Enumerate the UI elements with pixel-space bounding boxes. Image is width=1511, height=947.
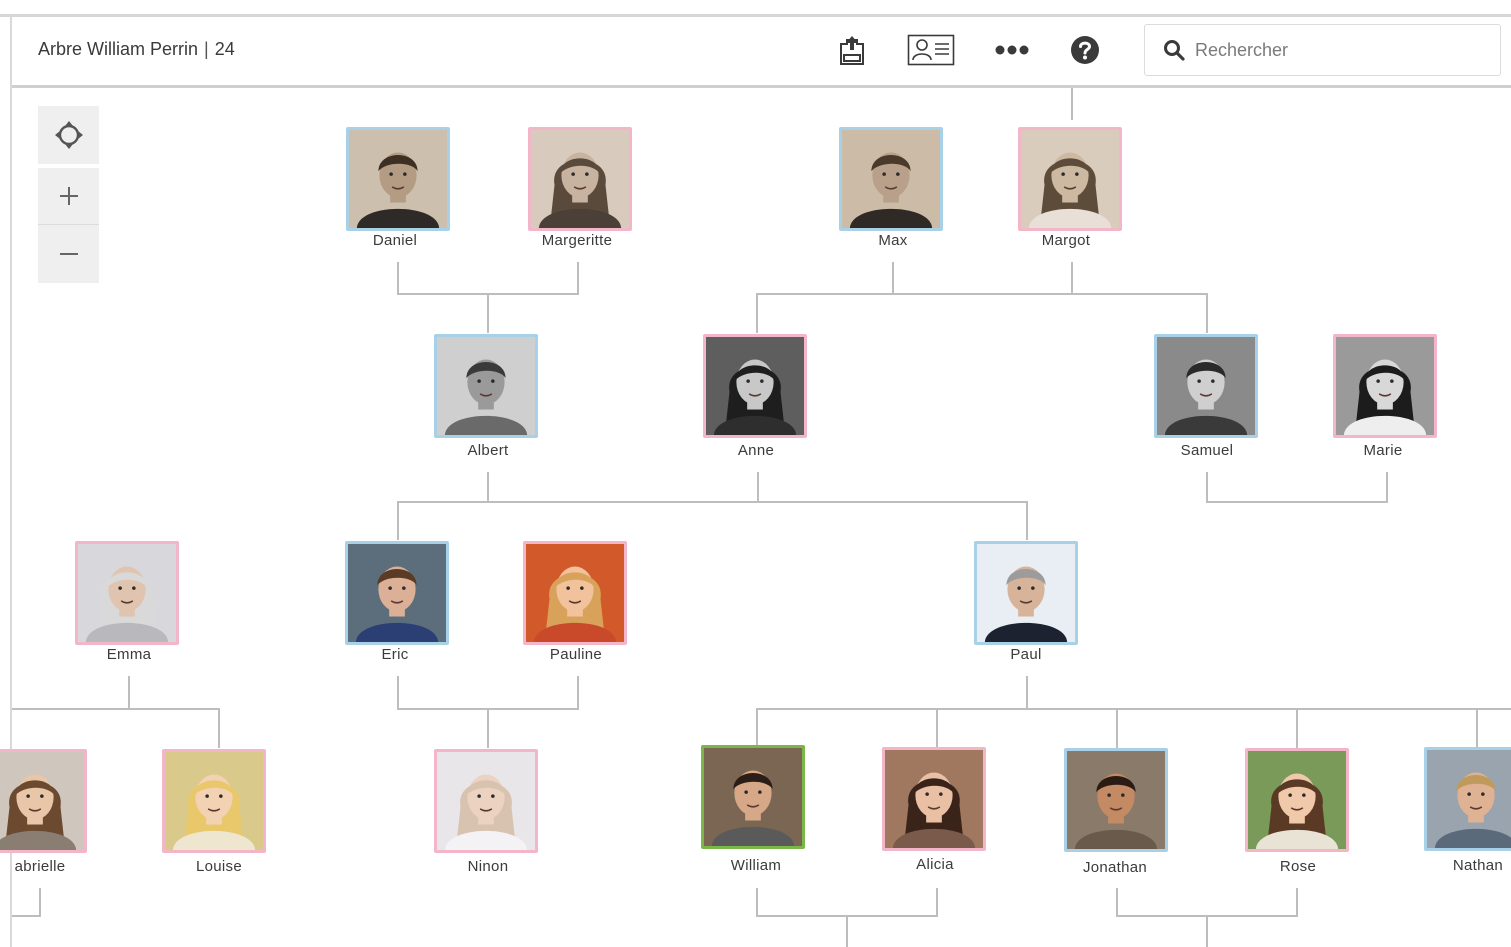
person-card-max[interactable] <box>839 127 943 231</box>
person-card-emma[interactable] <box>75 541 179 645</box>
portrait-photo <box>165 752 263 850</box>
person-card-pauline[interactable] <box>523 541 627 645</box>
person-card-rose[interactable] <box>1245 748 1349 852</box>
portrait-photo <box>706 337 804 435</box>
person-name-ninon[interactable]: Ninon <box>408 858 568 875</box>
more-options-button[interactable] <box>992 27 1032 73</box>
person-name-rose[interactable]: Rose <box>1218 858 1378 875</box>
person-name-paul[interactable]: Paul <box>946 646 1106 663</box>
portrait-photo <box>1427 750 1511 848</box>
recenter-button[interactable] <box>38 106 99 164</box>
tree-title: Arbre William Perrin | 24 <box>38 39 235 60</box>
more-dots-icon <box>995 45 1029 55</box>
person-name-daniel[interactable]: Daniel <box>315 232 475 249</box>
portrait-photo <box>1157 337 1255 435</box>
portrait-photo <box>1336 337 1434 435</box>
person-card-nathan[interactable] <box>1424 747 1511 851</box>
id-card-icon <box>907 34 955 66</box>
help-icon <box>1071 36 1099 64</box>
crosshair-icon <box>54 121 83 149</box>
family-tree-page: Arbre William Perrin | 24 Rechercher Dan… <box>0 0 1511 947</box>
person-name-max[interactable]: Max <box>813 232 973 249</box>
person-card-gabrielle[interactable] <box>0 749 87 853</box>
person-card-marie[interactable] <box>1333 334 1437 438</box>
portrait-photo <box>977 544 1075 642</box>
person-name-margot[interactable]: Margot <box>986 232 1146 249</box>
person-card-louise[interactable] <box>162 749 266 853</box>
person-name-anne[interactable]: Anne <box>676 442 836 459</box>
portrait-photo <box>1067 751 1165 849</box>
zoom-out-button[interactable] <box>38 225 99 283</box>
search-box[interactable] <box>1144 24 1501 76</box>
tree-person-count: 24 <box>214 39 235 59</box>
person-card-margeritte[interactable] <box>528 127 632 231</box>
person-name-nathan[interactable]: Nathan <box>1398 857 1511 874</box>
person-name-marie[interactable]: Marie <box>1303 442 1463 459</box>
person-name-alicia[interactable]: Alicia <box>855 856 1015 873</box>
portrait-photo <box>349 130 447 228</box>
person-card-william[interactable] <box>701 745 805 849</box>
person-card-alicia[interactable] <box>882 747 986 851</box>
person-name-albert[interactable]: Albert <box>408 442 568 459</box>
plus-icon <box>59 187 78 205</box>
person-name-samuel[interactable]: Samuel <box>1127 442 1287 459</box>
portrait-photo <box>526 544 624 642</box>
minus-icon <box>59 253 78 255</box>
person-card-margot[interactable] <box>1018 127 1122 231</box>
zoom-controls <box>38 106 99 283</box>
person-name-emma[interactable]: Emma <box>49 646 209 663</box>
portrait-photo <box>437 337 535 435</box>
person-card-anne[interactable] <box>703 334 807 438</box>
person-card-eric[interactable] <box>345 541 449 645</box>
export-button[interactable] <box>832 27 872 73</box>
zoom-in-button[interactable] <box>38 168 99 225</box>
search-input[interactable] <box>1193 33 1487 67</box>
person-name-margeritte[interactable]: Margeritte <box>497 232 657 249</box>
person-name-gabrielle[interactable]: abrielle <box>0 858 120 875</box>
help-button[interactable] <box>1070 27 1100 73</box>
person-card-ninon[interactable] <box>434 749 538 853</box>
person-card-paul[interactable] <box>974 541 1078 645</box>
header-bar: Arbre William Perrin | 24 <box>12 17 1511 88</box>
portrait-photo <box>78 544 176 642</box>
export-icon <box>840 36 864 65</box>
portrait-photo <box>1248 751 1346 849</box>
person-card-daniel[interactable] <box>346 127 450 231</box>
title-separator: | <box>204 39 209 59</box>
portrait-photo <box>1021 130 1119 228</box>
portrait-photo <box>531 130 629 228</box>
person-name-eric[interactable]: Eric <box>315 646 475 663</box>
portrait-photo <box>704 748 802 846</box>
person-card-albert[interactable] <box>434 334 538 438</box>
portrait-photo <box>348 544 446 642</box>
profile-card-button[interactable] <box>906 27 956 73</box>
person-name-william[interactable]: William <box>676 857 836 874</box>
person-name-jonathan[interactable]: Jonathan <box>1035 859 1195 876</box>
portrait-photo <box>437 752 535 850</box>
search-icon <box>1164 40 1185 61</box>
portrait-photo <box>842 130 940 228</box>
portrait-photo <box>885 750 983 848</box>
person-name-louise[interactable]: Louise <box>139 858 299 875</box>
person-card-jonathan[interactable] <box>1064 748 1168 852</box>
portrait-photo <box>0 752 84 850</box>
person-name-pauline[interactable]: Pauline <box>496 646 656 663</box>
person-card-samuel[interactable] <box>1154 334 1258 438</box>
tree-name: Arbre William Perrin <box>38 39 199 59</box>
